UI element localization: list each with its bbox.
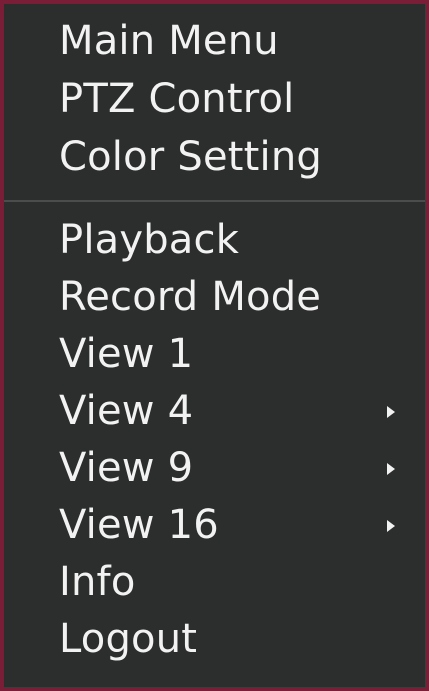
menu-item-record-mode[interactable]: Record Mode	[4, 269, 425, 326]
menu-item-logout[interactable]: Logout	[4, 611, 425, 668]
triangle-right-icon	[387, 519, 395, 532]
menu-item-label: Color Setting	[59, 134, 322, 180]
menu-group-top: Main Menu PTZ Control Color Setting	[4, 4, 425, 186]
menu-item-view-1[interactable]: View 1	[4, 326, 425, 383]
menu-item-view-4[interactable]: View 4	[4, 383, 425, 440]
menu-item-info[interactable]: Info	[4, 554, 425, 611]
menu-item-ptz-control[interactable]: PTZ Control	[4, 70, 425, 128]
menu-item-label: Playback	[59, 217, 240, 263]
triangle-right-icon	[387, 462, 395, 475]
menu-item-main-menu[interactable]: Main Menu	[4, 12, 425, 70]
context-menu: Main Menu PTZ Control Color Setting Play…	[0, 0, 429, 691]
menu-item-view-9[interactable]: View 9	[4, 440, 425, 497]
menu-item-label: Main Menu	[59, 18, 279, 64]
menu-item-label: Info	[59, 559, 136, 605]
menu-item-label: View 4	[59, 388, 194, 434]
menu-item-view-16[interactable]: View 16	[4, 497, 425, 554]
menu-divider	[4, 200, 425, 202]
menu-item-label: PTZ Control	[59, 76, 295, 122]
menu-item-label: View 16	[59, 502, 219, 548]
triangle-right-icon	[387, 405, 395, 418]
menu-item-color-setting[interactable]: Color Setting	[4, 128, 425, 186]
menu-group-bottom: Playback Record Mode View 1 View 4 View …	[4, 212, 425, 668]
menu-item-playback[interactable]: Playback	[4, 212, 425, 269]
menu-item-label: View 9	[59, 445, 194, 491]
menu-item-label: Record Mode	[59, 274, 322, 320]
menu-item-label: Logout	[59, 616, 198, 662]
menu-item-label: View 1	[59, 331, 194, 377]
